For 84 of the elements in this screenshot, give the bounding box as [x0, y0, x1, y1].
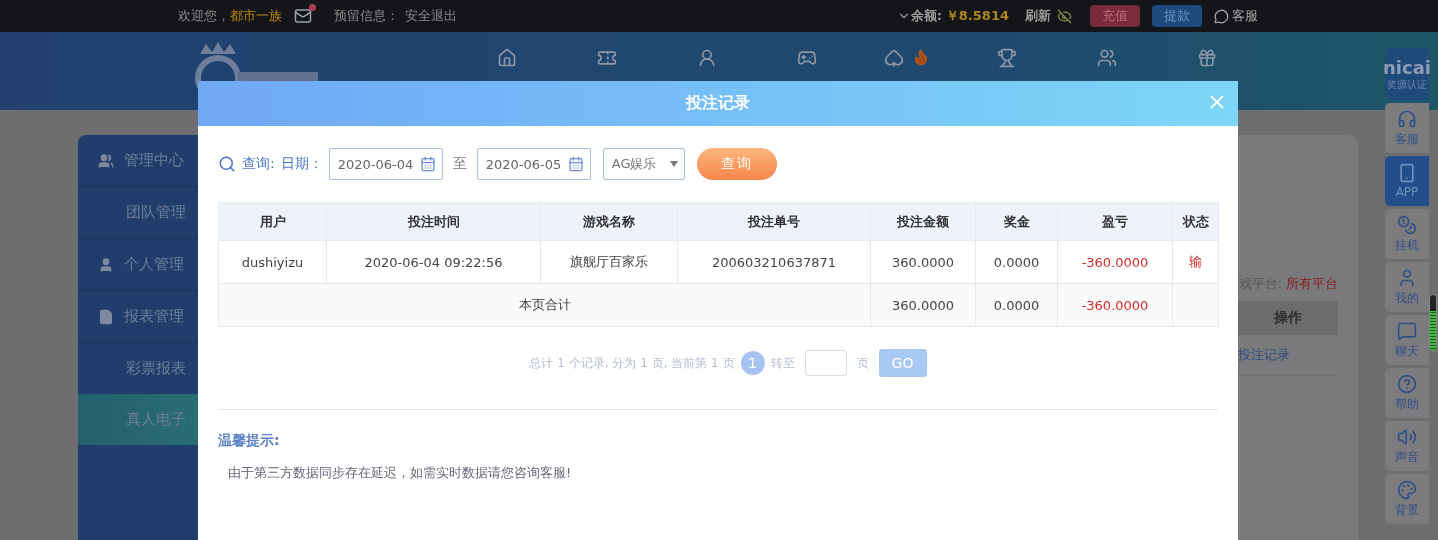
flame-icon	[912, 48, 930, 66]
table-cell: 360.0000	[870, 283, 976, 327]
chat-icon[interactable]	[1214, 8, 1229, 24]
logout-link[interactable]: 安全退出	[405, 7, 457, 25]
pagination-summary: 总计 1 个记录, 分为 1 页, 当前第 1 页	[529, 354, 735, 372]
table-cell: 旗舰厅百家乐	[540, 240, 678, 284]
card-icon[interactable]	[884, 48, 904, 68]
palette-icon	[1397, 479, 1417, 500]
side-tool-button[interactable]: 挂机	[1385, 209, 1429, 259]
reserved-info-label: 预留信息：	[334, 7, 399, 25]
column-header: 奖金	[975, 202, 1058, 241]
go-button[interactable]: GO	[878, 349, 927, 377]
users-icon[interactable]	[1097, 48, 1117, 68]
trophy-icon[interactable]	[997, 48, 1017, 68]
table-cell: 2020-06-04 09:22:56	[326, 240, 541, 284]
column-header: 投注单号	[677, 202, 871, 241]
table-cell: 0.0000	[975, 283, 1058, 327]
calendar-icon[interactable]	[567, 156, 584, 172]
range-separator: 至	[452, 155, 467, 173]
table-cell: 200603210637871	[677, 240, 871, 284]
dialog-title: 投注记录	[686, 93, 750, 114]
column-header: 用户	[218, 202, 327, 241]
column-header: 游戏名称	[540, 202, 678, 241]
headset-icon	[1397, 108, 1417, 129]
dropdown-caret-icon	[669, 161, 678, 167]
table-cell: -360.0000	[1057, 240, 1173, 284]
side-tool-button[interactable]: 聊天	[1385, 315, 1429, 365]
calendar-icon[interactable]	[419, 156, 436, 172]
goto-label: 转至	[770, 354, 795, 372]
table-cell: 本页合计	[218, 283, 871, 327]
page-suffix: 页	[856, 354, 869, 372]
side-tool-button[interactable]: 声音	[1385, 421, 1429, 471]
refresh-link[interactable]: 刷新	[1025, 7, 1051, 25]
gamepad-icon[interactable]	[797, 48, 817, 68]
search-icon	[218, 155, 236, 173]
side-tool-button[interactable]: 客服	[1385, 103, 1429, 153]
help-icon	[1397, 373, 1417, 394]
notice-title: 温馨提示:	[218, 432, 281, 450]
gift-icon[interactable]	[1197, 48, 1217, 68]
ticket-icon[interactable]	[597, 48, 617, 68]
platform-value: 所有平台	[1286, 275, 1338, 293]
balance-label: 余额:	[910, 7, 942, 25]
service-link[interactable]: 客服	[1232, 7, 1258, 25]
date-label: 日期：	[280, 155, 323, 173]
deposit-button[interactable]: 充值	[1090, 5, 1140, 27]
table-cell: 0.0000	[975, 240, 1058, 284]
start-date-field[interactable]: 2020-06-04	[328, 148, 443, 180]
sidebar-item[interactable]: 彩票报表	[78, 343, 198, 394]
username-link[interactable]: 都市一族	[230, 7, 282, 25]
table-cell: dushiyizu	[218, 240, 327, 284]
current-page-indicator[interactable]: 1	[740, 351, 765, 375]
notice-text: 由于第三方数据同步存在延迟，如需实时数据请您咨询客服!	[228, 464, 573, 482]
column-header: 投注时间	[326, 202, 541, 241]
home-icon[interactable]	[497, 48, 517, 68]
table-cell: -360.0000	[1057, 283, 1173, 327]
column-header: 投注金额	[870, 202, 976, 241]
side-tool-button[interactable]: 我的	[1385, 262, 1429, 312]
person-icon[interactable]	[697, 48, 717, 68]
side-tool-button[interactable]: 帮助	[1385, 368, 1429, 418]
balance-value: ￥8.5814	[945, 7, 1009, 25]
speaker-icon	[1397, 426, 1417, 447]
document-icon	[98, 308, 114, 325]
side-tool-button[interactable]: 背景	[1385, 474, 1429, 524]
page-number-field[interactable]	[804, 350, 847, 376]
hide-balance-icon[interactable]	[1057, 8, 1072, 24]
table-header-cell: 操作	[1238, 301, 1338, 335]
users-icon	[98, 152, 114, 169]
platform-select[interactable]: AG娱乐	[602, 148, 685, 180]
side-tool-button[interactable]: APP	[1385, 156, 1429, 206]
query-button[interactable]: 查询	[696, 148, 777, 180]
column-header: 状态	[1172, 202, 1219, 241]
table-cell: 360.0000	[870, 240, 976, 284]
end-date-field[interactable]: 2020-06-05	[476, 148, 591, 180]
table-cell: 输	[1172, 240, 1219, 284]
query-label: 查询:	[242, 155, 275, 173]
welcome-text: 欢迎您，	[178, 7, 230, 25]
chat-icon	[1397, 320, 1417, 341]
column-header: 盈亏	[1057, 202, 1173, 241]
user-icon	[98, 256, 114, 273]
user-icon	[1397, 267, 1417, 288]
sidebar-item[interactable]: 真人电子	[78, 394, 198, 445]
withdraw-button[interactable]: 提款	[1152, 5, 1202, 27]
certification-badge[interactable]: nicai 奖源认证	[1385, 48, 1429, 100]
phone-icon	[1397, 163, 1417, 183]
